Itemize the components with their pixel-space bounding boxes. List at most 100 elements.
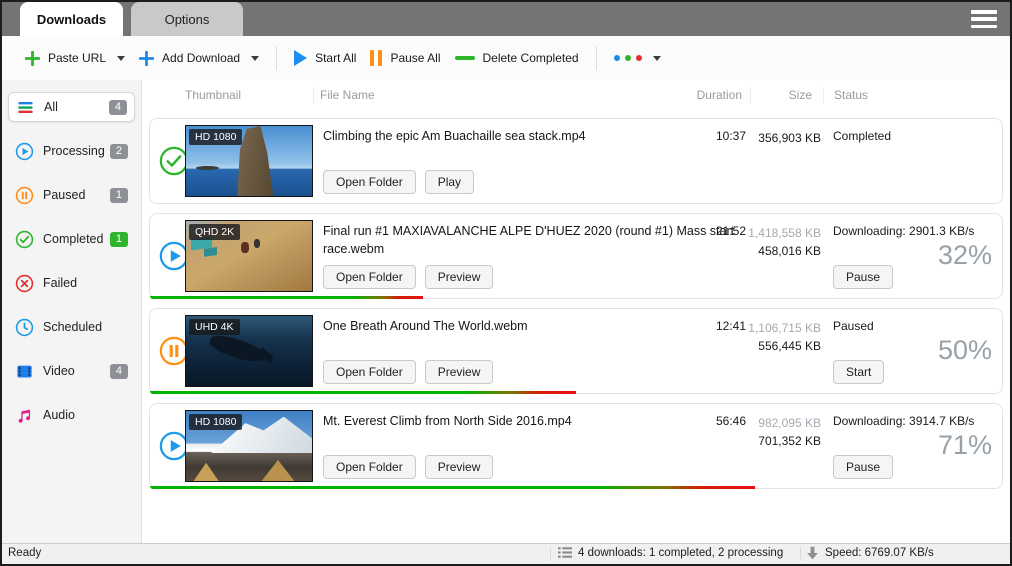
download-row[interactable]: UHD 4K One Breath Around The World.webm … [149, 308, 1003, 394]
play-button[interactable]: Play [425, 170, 474, 194]
video-thumbnail-whale[interactable]: UHD 4K [185, 315, 313, 387]
quality-badge: HD 1080 [189, 129, 242, 145]
sidebar-item-label: Completed [43, 232, 103, 246]
sidebar-item-processing[interactable]: Processing 2 [8, 136, 135, 166]
count-badge: 2 [110, 144, 128, 159]
pause-button[interactable]: Pause [833, 265, 893, 289]
play-icon [294, 50, 307, 66]
statusbar: Ready 4 downloads: 1 completed, 2 proces… [2, 543, 1010, 564]
play-circle-icon [15, 142, 34, 161]
sidebar-item-label: Paused [43, 188, 85, 202]
column-header-file-name: File Name [320, 88, 375, 102]
cross-circle-icon [15, 274, 34, 293]
column-separator [750, 87, 751, 103]
toolbar-separator [276, 46, 277, 70]
column-header-thumbnail: Thumbnail [185, 88, 241, 102]
pause-icon [370, 50, 382, 66]
speed-indicator: Speed: 6769.07 KB/s [806, 546, 934, 560]
size-total: 1,106,715 KB [733, 319, 821, 337]
start-all-button[interactable]: Start All [287, 44, 363, 72]
column-separator [823, 87, 824, 103]
app-window: Downloads Options Paste URL Add Download… [0, 0, 1012, 566]
preview-button[interactable]: Preview [425, 265, 494, 289]
sidebar-item-all[interactable]: All 4 [8, 92, 135, 122]
video-thumbnail-mtb-race[interactable]: QHD 2K [185, 220, 313, 292]
pause-all-button[interactable]: Pause All [363, 44, 447, 72]
sidebar-item-label: Failed [43, 276, 77, 290]
sidebar-item-scheduled[interactable]: Scheduled [8, 312, 135, 342]
sidebar-item-label: Scheduled [43, 320, 102, 334]
list-icon [558, 546, 572, 559]
downloads-list: Thumbnail File Name Duration Size Status… [142, 80, 1010, 543]
open-folder-button[interactable]: Open Folder [323, 170, 416, 194]
plus-icon [25, 51, 40, 66]
progress-bar [150, 391, 576, 394]
toolbar-separator [596, 46, 597, 70]
size-cell: 356,903 KB [733, 129, 821, 147]
chevron-down-icon [653, 56, 661, 61]
sidebar: All 4 Processing 2 Paused 1 C [2, 80, 142, 543]
size-downloaded: 701,352 KB [733, 432, 821, 450]
size-cell: 982,095 KB 701,352 KB [733, 414, 821, 450]
preview-button[interactable]: Preview [425, 455, 494, 479]
music-note-icon [15, 406, 34, 425]
sidebar-item-audio[interactable]: Audio [8, 400, 135, 430]
column-separator [313, 87, 314, 103]
column-header-status: Status [834, 88, 868, 102]
video-thumbnail-sea-stack[interactable]: HD 1080 [185, 125, 313, 197]
download-row[interactable]: HD 1080 Climbing the epic Am Buachaille … [149, 118, 1003, 204]
start-button[interactable]: Start [833, 360, 884, 384]
size-total: 982,095 KB [733, 414, 821, 432]
downloads-summary: 4 downloads: 1 completed, 2 processing [558, 546, 783, 559]
more-menu-button[interactable] [607, 49, 668, 67]
pause-button[interactable]: Pause [833, 455, 893, 479]
size-total: 1,418,558 KB [733, 224, 821, 242]
quality-badge: UHD 4K [189, 319, 240, 335]
count-badge: 1 [110, 188, 128, 203]
minus-icon [455, 56, 475, 60]
download-row[interactable]: HD 1080 Mt. Everest Climb from North Sid… [149, 403, 1003, 489]
sidebar-item-completed[interactable]: Completed 1 [8, 224, 135, 254]
check-circle-icon [15, 230, 34, 249]
sidebar-item-video[interactable]: Video 4 [8, 356, 135, 386]
video-thumbnail-everest[interactable]: HD 1080 [185, 410, 313, 482]
count-badge: 4 [110, 364, 128, 379]
down-arrow-icon [806, 546, 819, 560]
progress-percent: 50% [938, 335, 992, 366]
paste-url-button[interactable]: Paste URL [18, 45, 132, 72]
count-badge: 1 [110, 232, 128, 247]
sidebar-item-label: Processing [43, 144, 105, 158]
open-folder-button[interactable]: Open Folder [323, 360, 416, 384]
add-download-button[interactable]: Add Download [132, 45, 266, 72]
size-cell: 1,418,558 KB 458,016 KB [733, 224, 821, 260]
open-folder-button[interactable]: Open Folder [323, 265, 416, 289]
status-ready-text: Ready [8, 547, 41, 559]
paste-url-label: Paste URL [48, 51, 106, 65]
tab-downloads[interactable]: Downloads [20, 2, 123, 36]
progress-percent: 71% [938, 430, 992, 461]
open-folder-button[interactable]: Open Folder [323, 455, 416, 479]
status-text: Downloading: 3914.7 KB/s [833, 414, 974, 428]
toolbar: Paste URL Add Download Start All Pause A… [2, 36, 1010, 80]
speed-text: Speed: 6769.07 KB/s [825, 547, 934, 559]
menu-icon[interactable] [971, 10, 997, 28]
chevron-down-icon [117, 56, 125, 61]
size-total: 356,903 KB [733, 129, 821, 147]
film-icon [15, 362, 34, 381]
sidebar-item-failed[interactable]: Failed [8, 268, 135, 298]
size-downloaded: 556,445 KB [733, 337, 821, 355]
progress-bar [150, 296, 423, 299]
sidebar-item-paused[interactable]: Paused 1 [8, 180, 135, 210]
clock-icon [15, 318, 34, 337]
preview-button[interactable]: Preview [425, 360, 494, 384]
sidebar-item-label: Audio [43, 408, 75, 422]
quality-badge: HD 1080 [189, 414, 242, 430]
delete-completed-button[interactable]: Delete Completed [448, 45, 586, 71]
plus-icon [139, 51, 154, 66]
tab-options[interactable]: Options [131, 2, 243, 36]
download-row[interactable]: QHD 2K Final run #1 MAXIAVALANCHE ALPE D… [149, 213, 1003, 299]
progress-percent: 32% [938, 240, 992, 271]
quality-badge: QHD 2K [189, 224, 240, 240]
chevron-down-icon [251, 56, 259, 61]
statusbar-separator [550, 547, 551, 561]
